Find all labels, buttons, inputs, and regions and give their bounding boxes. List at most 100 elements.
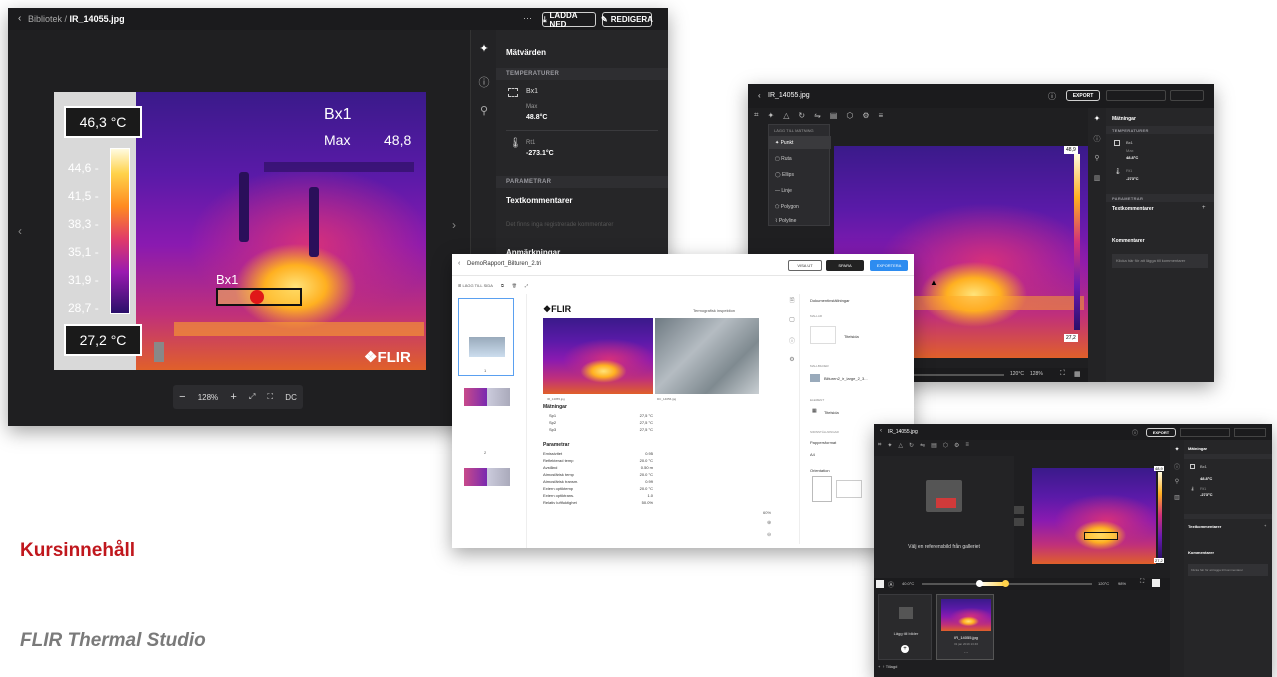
help-icon[interactable]: ⓘ xyxy=(1132,428,1138,437)
reference-pane[interactable]: Välj en referensbild från galleriet xyxy=(874,456,1014,580)
page-thumbnail-active[interactable] xyxy=(458,298,514,376)
thumbnail-more[interactable]: ··· xyxy=(941,650,991,655)
location-icon[interactable]: ⚲ xyxy=(471,104,497,117)
portrait-option[interactable] xyxy=(812,476,832,502)
parameters-section[interactable]: PARAMETRAR xyxy=(496,176,668,188)
doc-settings[interactable]: Dokumentinställningar xyxy=(810,298,850,303)
document-icon[interactable]: 🗎 xyxy=(784,296,800,306)
palette-icon[interactable]: △ xyxy=(783,111,789,120)
location-icon[interactable]: ⚲ xyxy=(1170,478,1184,485)
settings-icon[interactable]: ⚙ xyxy=(862,111,869,120)
help-icon[interactable]: ⓘ xyxy=(1048,91,1056,102)
add-comment-icon[interactable]: + xyxy=(1264,523,1266,528)
menu-item-ellipse[interactable]: ◯ Ellips xyxy=(769,168,831,181)
fullscreen-icon[interactable]: ⛶ xyxy=(268,392,274,402)
fit-icon[interactable]: ⤢ xyxy=(525,283,528,288)
menu-item-polygon[interactable]: ⬠ Polygon xyxy=(769,200,831,213)
thermal-image[interactable]: 46,3 °C 44,6 - 41,5 - 38,3 - 35,1 - 31,9… xyxy=(54,92,426,370)
sliders-icon[interactable]: ≡ xyxy=(879,111,884,120)
bottom-zoom[interactable]: 128% xyxy=(1030,371,1043,377)
paper-value[interactable]: A4 xyxy=(810,452,815,457)
delete-icon[interactable]: 🗑 xyxy=(512,283,517,288)
back-chevron-icon[interactable]: ‹ xyxy=(18,13,21,24)
swap-icon[interactable] xyxy=(1014,518,1024,526)
comment-input[interactable]: Klicka här för att lägga till kommentare… xyxy=(1188,564,1268,576)
add-icon[interactable]: ✦ xyxy=(1088,114,1106,123)
location-icon[interactable]: ⚲ xyxy=(1088,154,1106,162)
menu-item-point[interactable]: ✦ Punkt xyxy=(769,136,831,149)
breadcrumb-parent[interactable]: Bibliotek xyxy=(28,14,62,24)
add-measurement-icon[interactable]: ✦ xyxy=(887,442,892,449)
layers-icon[interactable]: ▤ xyxy=(830,111,838,120)
save-button[interactable]: SPARA xyxy=(826,260,864,271)
fullscreen-icon[interactable]: ⛶ xyxy=(1060,370,1065,378)
page-thumbnail[interactable] xyxy=(464,388,510,406)
shape-icon[interactable]: ⬡ xyxy=(846,111,853,120)
menu-item-line[interactable]: — Linje xyxy=(769,184,831,197)
menu-item-box[interactable]: ▢ Ruta xyxy=(769,152,831,165)
template-icon[interactable]: ▢ xyxy=(784,316,800,323)
sliders-icon[interactable]: ≡ xyxy=(965,442,969,449)
image-file[interactable]: Bilturen2_ir_large_2_3... xyxy=(824,376,868,381)
add-page-button[interactable]: ⊞ LÄGG TILL SIDA xyxy=(458,283,493,288)
swap-icon[interactable] xyxy=(1014,506,1024,514)
palette-icon[interactable]: △ xyxy=(898,442,903,449)
dc-button[interactable]: DC xyxy=(285,393,297,402)
add-measurement-icon[interactable]: ✦ xyxy=(768,111,775,120)
temperatures-section[interactable]: TEMPERATURER xyxy=(1106,126,1214,134)
download-button[interactable]: ⤓ LADDA NED xyxy=(542,11,596,29)
temperatures-section[interactable] xyxy=(1184,454,1272,459)
zoom-value[interactable]: 98% xyxy=(1118,581,1126,586)
add-images-tile[interactable]: Lägg till bilder + xyxy=(878,594,932,660)
export-button[interactable]: EXPORT xyxy=(1146,428,1176,437)
fit-icon[interactable]: ⤢ xyxy=(249,392,255,402)
info-icon[interactable]: ⓘ xyxy=(784,336,800,345)
settings-icon[interactable]: ⚙ xyxy=(954,442,959,449)
chart-icon[interactable]: ▥ xyxy=(1088,174,1106,182)
edit-button[interactable]: ✎ REDIGERA xyxy=(601,12,653,27)
temperatures-section[interactable]: TEMPERATURER xyxy=(496,68,668,80)
add-icon[interactable]: + xyxy=(878,664,880,669)
range-handle-high[interactable] xyxy=(1002,580,1009,587)
grid-icon[interactable]: ▦ xyxy=(1074,370,1081,378)
parameters-section[interactable]: PARAMETRAR xyxy=(1106,194,1214,202)
sort-icon[interactable]: ↑ xyxy=(883,664,885,669)
palette-button[interactable] xyxy=(876,580,884,588)
info-icon[interactable]: ⓘ xyxy=(471,74,497,90)
sort-label[interactable]: Tillagd xyxy=(886,664,898,669)
grid-icon[interactable] xyxy=(1152,579,1160,587)
crop-icon[interactable]: ⌗ xyxy=(878,442,881,449)
zoom-in-button[interactable]: + xyxy=(230,391,236,403)
info-icon[interactable]: ⓘ xyxy=(1088,134,1106,144)
measurement-icon[interactable]: ✦ xyxy=(471,42,497,55)
more-icon[interactable]: ··· xyxy=(523,13,532,23)
fullscreen-icon[interactable]: ⛶ xyxy=(1140,579,1144,586)
layers-icon[interactable]: ▤ xyxy=(931,442,937,449)
menu-item-polyline[interactable]: ⌇ Polyline xyxy=(769,214,831,227)
settings-icon[interactable]: ⚙ xyxy=(784,356,800,363)
gallery-thermal-image[interactable] xyxy=(1032,468,1156,564)
rotate-icon[interactable]: ↻ xyxy=(798,111,805,120)
crop-icon[interactable]: ⌗ xyxy=(754,110,759,120)
export-button[interactable]: EXPORTERA xyxy=(870,260,908,271)
flip-icon[interactable]: ⇋ xyxy=(814,111,821,120)
back-chevron-icon[interactable]: ‹ xyxy=(458,260,460,267)
template-name[interactable]: Titelsida xyxy=(844,334,859,339)
comment-input[interactable]: Klicka här för att lägga till kommentare… xyxy=(1112,254,1208,268)
preview-button[interactable]: VISA UT xyxy=(788,260,822,271)
landscape-option[interactable] xyxy=(836,480,862,498)
add-icon[interactable]: ✦ xyxy=(1170,446,1184,453)
element-name[interactable]: Titelsida xyxy=(824,410,839,415)
chart-icon[interactable]: ▥ xyxy=(1170,494,1184,501)
zoom-out-icon[interactable]: ⊖ xyxy=(767,532,771,538)
rotate-icon[interactable]: ↻ xyxy=(909,442,914,449)
range-handle-low[interactable] xyxy=(976,580,983,587)
add-comment-icon[interactable]: + xyxy=(1202,205,1206,211)
next-image-icon[interactable]: › xyxy=(452,218,456,232)
image-thumbnail[interactable]: IR_14055.jpg 31 jan 2019 13:46 ··· xyxy=(936,594,994,660)
export-button[interactable]: EXPORT xyxy=(1066,90,1100,101)
zoom-out-button[interactable]: − xyxy=(179,391,185,403)
info-icon[interactable]: ⓘ xyxy=(1170,462,1184,471)
prev-image-icon[interactable]: ‹ xyxy=(18,224,22,238)
copy-icon[interactable]: ⧉ xyxy=(501,283,504,288)
